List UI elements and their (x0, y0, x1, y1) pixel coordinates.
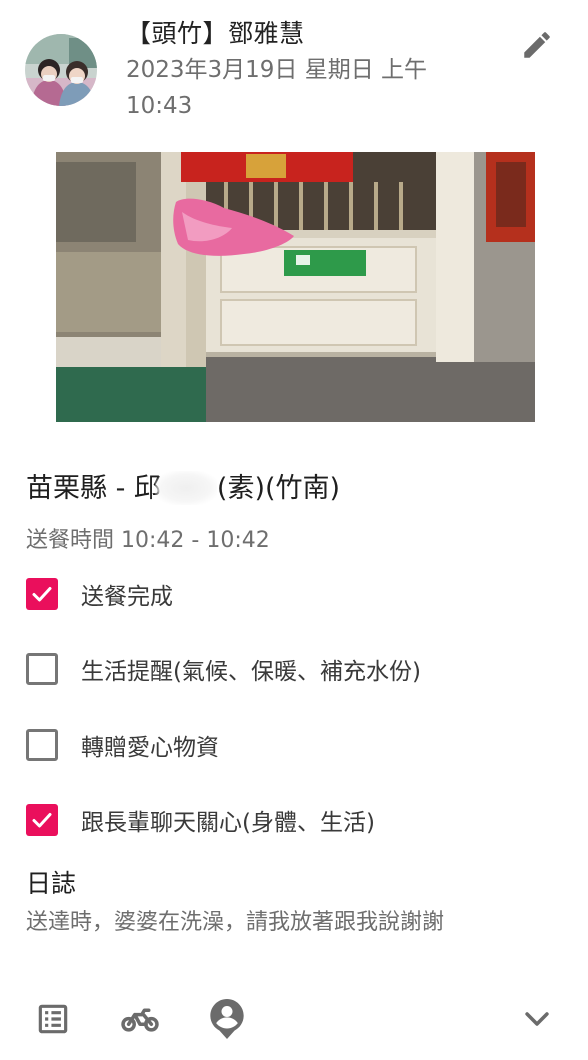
author-name: 【頭竹】鄧雅慧 (126, 19, 305, 48)
checkbox-unchecked-icon[interactable] (26, 729, 58, 761)
expand-button[interactable] (512, 994, 562, 1044)
scooter-button[interactable] (115, 994, 165, 1044)
checklist-item-life-reminder[interactable]: 生活提醒(氣候、保暖、補充水份) (26, 647, 546, 691)
checklist-item-delivery-complete[interactable]: 送餐完成 (26, 572, 546, 616)
checklist-item-chat-with-elder[interactable]: 跟長輩聊天關心(身體、生活) (26, 798, 546, 842)
delivery-time: 送餐時間 10:42 - 10:42 (26, 528, 270, 553)
avatar[interactable] (25, 34, 97, 106)
post-timestamp: 2023年3月19日 星期日 上午 10:43 (126, 57, 428, 119)
edit-button[interactable] (516, 24, 558, 66)
chevron-down-icon (525, 1012, 549, 1026)
list-icon (38, 1004, 68, 1034)
person-location-button[interactable] (202, 994, 252, 1044)
person-pin-icon (210, 999, 244, 1039)
recipient-name: 苗栗縣 - 邱 (素)(竹南) (26, 466, 340, 505)
list-button[interactable] (28, 994, 78, 1044)
checklist-label: 跟長輩聊天關心(身體、生活) (81, 810, 375, 836)
redacted-name-blur (154, 470, 217, 505)
log-title: 日誌 (26, 869, 77, 898)
scooter-icon (121, 1008, 159, 1032)
checklist-item-donated-supplies[interactable]: 轉贈愛心物資 (26, 723, 546, 767)
delivery-photo[interactable] (56, 152, 535, 422)
recipient-name-suffix: (素)(竹南) (216, 473, 341, 504)
checklist-label: 轉贈愛心物資 (81, 735, 219, 761)
checkbox-unchecked-icon[interactable] (26, 653, 58, 685)
checkbox-checked-icon[interactable] (26, 804, 58, 836)
checklist-label: 生活提醒(氣候、保暖、補充水份) (81, 659, 421, 685)
pencil-icon (524, 32, 550, 58)
post-header: 【頭竹】鄧雅慧 2023年3月19日 星期日 上午 10:43 (0, 0, 588, 130)
bottom-action-bar (0, 990, 588, 1060)
log-text: 送達時，婆婆在洗澡，請我放著跟我說謝謝 (26, 910, 445, 935)
recipient-name-prefix: 苗栗縣 - 邱 (26, 473, 161, 504)
checklist-label: 送餐完成 (81, 584, 173, 610)
checkbox-checked-icon[interactable] (26, 578, 58, 610)
